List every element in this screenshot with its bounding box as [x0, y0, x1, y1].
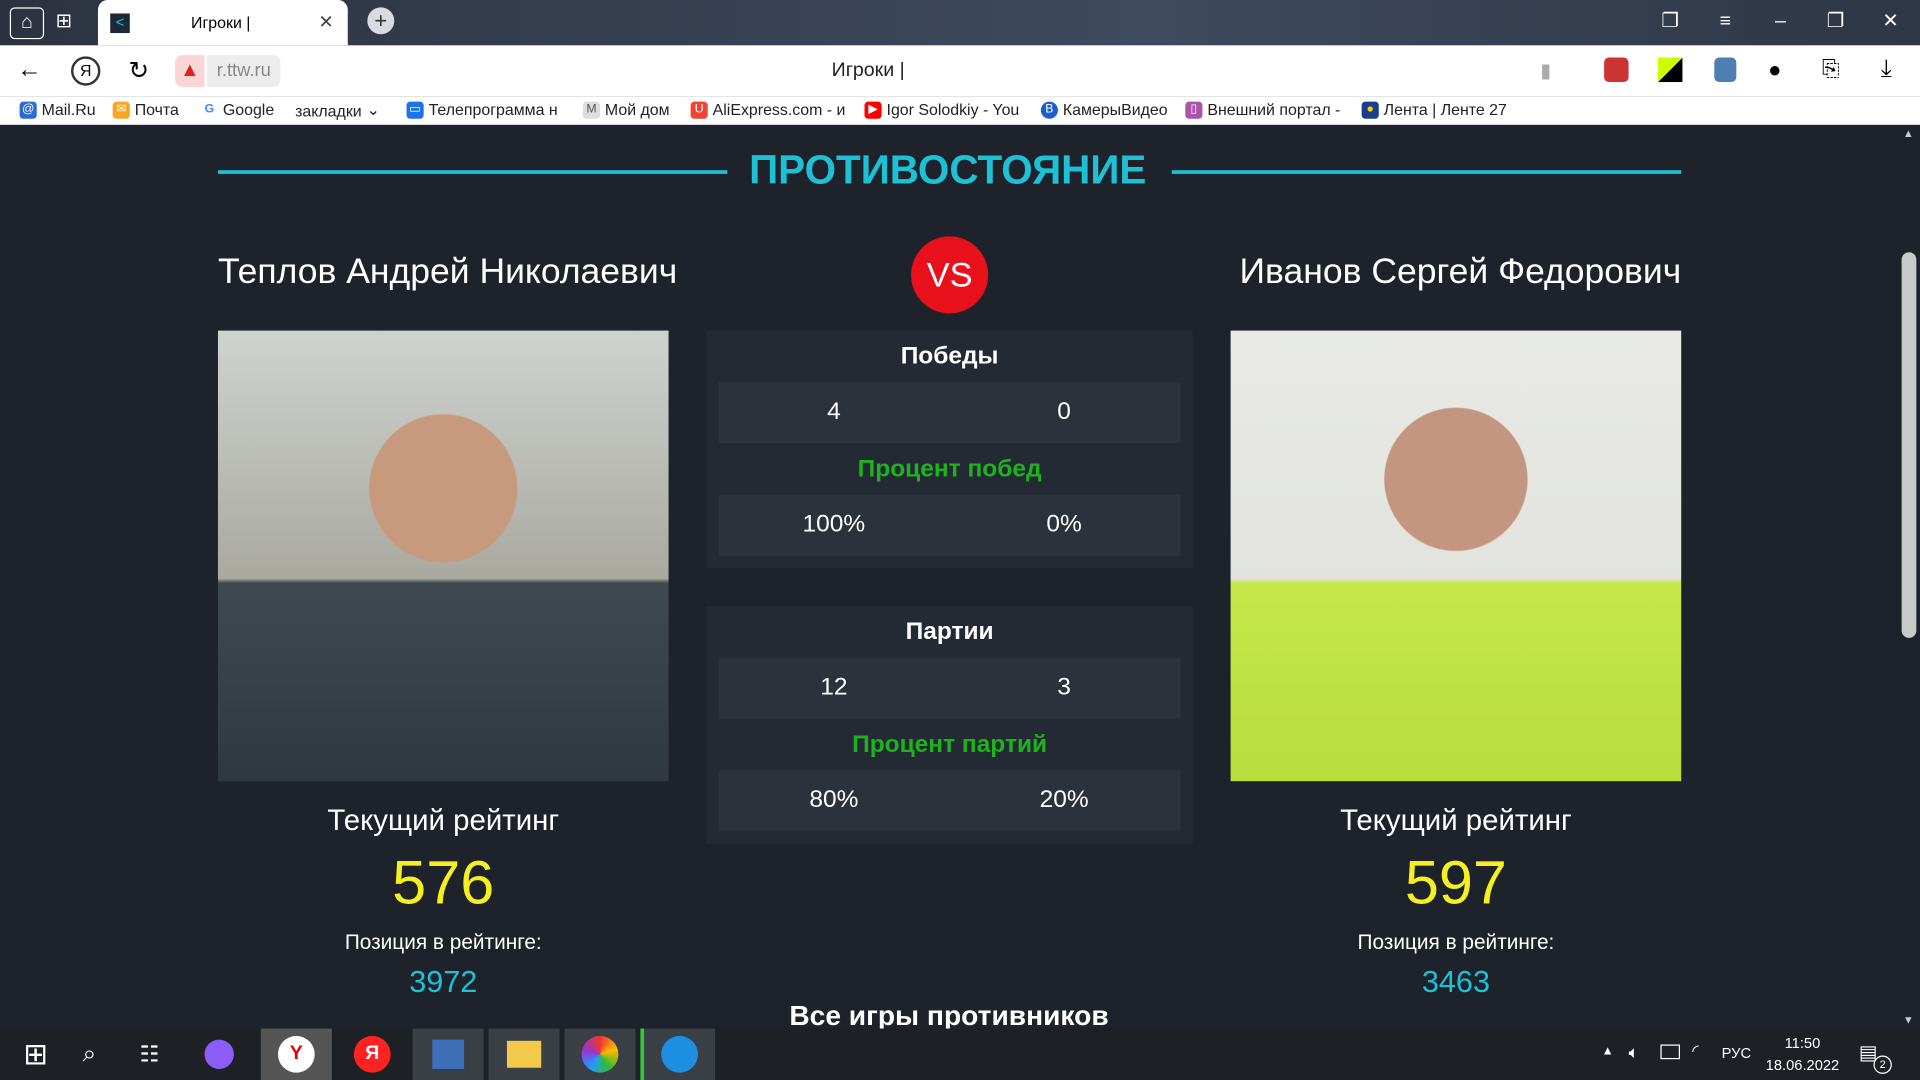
extension-icon[interactable] — [1714, 57, 1737, 83]
page-content: ПРОТИВОСТОЯНИЕ Теплов Андрей Николаевич … — [0, 124, 1898, 1029]
translate-icon[interactable]: ⎘ — [1822, 56, 1840, 82]
player1-wins-percent: 100% — [802, 510, 866, 538]
scroll-down-icon[interactable]: ▼ — [1903, 1014, 1914, 1026]
minimize-icon[interactable]: – — [1766, 7, 1795, 36]
player2-sets-percent: 20% — [1039, 786, 1089, 814]
scroll-up-icon[interactable]: ▲ — [1903, 127, 1914, 139]
remote-desktop-icon[interactable] — [412, 1028, 484, 1080]
player2-position-label: Позиция в рейтинге: — [1357, 930, 1555, 954]
player2-rating: 597 — [1404, 848, 1508, 918]
tray-expand-icon[interactable]: ▲ — [1602, 1044, 1614, 1057]
wins-percent-row: 100% 0% — [718, 494, 1181, 556]
player2-wins-percent: 0% — [1046, 510, 1082, 538]
bookmark-item[interactable]: G Google — [200, 100, 274, 119]
photos-app-icon[interactable] — [564, 1028, 636, 1080]
sets-percent-row: 80% 20% — [718, 770, 1181, 832]
bookmark-icon[interactable]: ▮ — [1540, 59, 1551, 83]
sets-title: Партии — [905, 618, 994, 646]
home-icon[interactable]: ⌂ — [9, 7, 45, 40]
download-icon[interactable]: ⤓ — [1881, 55, 1892, 83]
sets-percent-title: Процент партий — [852, 731, 1048, 758]
player1-rating: 576 — [392, 848, 495, 918]
close-window-icon[interactable]: ✕ — [1876, 7, 1905, 36]
alice-icon[interactable] — [184, 1029, 255, 1080]
new-tab-icon[interactable]: + — [367, 7, 395, 35]
menu-icon[interactable]: ≡ — [1711, 7, 1740, 36]
yandex-icon[interactable]: Я — [337, 1029, 408, 1080]
bookmark-item[interactable]: ▯ Внешний портал - — [1185, 100, 1340, 119]
player1-wins: 4 — [827, 397, 841, 425]
site-favicon-icon: < — [110, 13, 130, 34]
bookmark-folder[interactable]: закладки ⌄ — [295, 100, 380, 120]
taskbar: ⊞ ⌕ ☷ Y Я ▲ 🔈︎ ◜ РУС 11:50 18.06.2022 ▤ … — [0, 1028, 1920, 1080]
wins-panel: Победы 40 Процент побед 100% 0% — [706, 330, 1193, 569]
bookmarks-bar: @ Mail.Ru ✉ Почта G Google закладки ⌄ ▭ Телеп… — [0, 96, 1920, 125]
wifi-icon[interactable]: ◜ — [1692, 1041, 1699, 1062]
wins-title: Победы — [900, 342, 999, 370]
all-games-heading: Все игры противников — [789, 999, 1109, 1029]
sets-row: 12 3 — [718, 657, 1181, 719]
bookmark-item[interactable]: ✉ Почта — [112, 100, 179, 119]
tab-players[interactable]: < Игроки | ✕ — [97, 0, 348, 46]
tab-bar: ⌂ ⊞ < Игроки | ✕ + ❐ ≡ – ❐ ✕ — [0, 0, 1920, 46]
wins-percent-title: Процент побед — [857, 455, 1042, 483]
player2-rating-label: Текущий рейтинг — [1340, 804, 1572, 838]
sets-panel: Партии 12 3 Процент партий 80% 20% — [706, 606, 1193, 844]
restore-icon[interactable]: ❐ — [1821, 7, 1850, 36]
extension-icon[interactable]: ● — [1768, 58, 1781, 84]
bookmark-item[interactable]: U AliExpress.com - и — [690, 100, 845, 119]
bookmark-item[interactable]: @ Mail.Ru — [19, 100, 96, 119]
collections-icon[interactable]: ❐ — [1656, 7, 1685, 36]
volume-icon[interactable]: 🔈︎ — [1629, 1042, 1639, 1063]
close-tab-icon[interactable]: ✕ — [318, 11, 333, 33]
player2-wins: 0 — [1057, 397, 1071, 425]
extension-icon[interactable] — [1657, 57, 1683, 83]
player2-position: 3463 — [1421, 964, 1490, 1000]
bookmark-item[interactable]: ▭ Телепрограмма н — [406, 100, 558, 119]
player1-sets-percent: 80% — [809, 786, 859, 814]
vs-badge: VS — [911, 236, 989, 314]
player2-name[interactable]: Иванов Сергей Федорович — [1218, 252, 1681, 292]
chevron-down-icon: ⌄ — [366, 100, 380, 119]
player1-rating-label: Текущий рейтинг — [327, 804, 560, 838]
task-view-icon[interactable]: ☷ — [114, 1029, 185, 1080]
extension-icon[interactable] — [1604, 57, 1629, 83]
wins-row: 40 — [718, 382, 1181, 444]
scrollbar[interactable]: ▲ ▼ — [1897, 124, 1920, 1029]
tab-title: Игроки | — [191, 13, 251, 32]
bookmark-item[interactable]: ● Лента | Ленте 27 — [1361, 100, 1507, 119]
file-explorer-icon[interactable] — [488, 1028, 560, 1080]
player1-photo — [217, 330, 669, 782]
video-app-icon[interactable] — [640, 1028, 716, 1080]
player2-photo — [1230, 330, 1682, 782]
language-indicator[interactable]: РУС — [1722, 1044, 1751, 1061]
notification-count: 2 — [1873, 1055, 1892, 1074]
bookmark-item[interactable]: B КамерыВидео — [1040, 100, 1168, 119]
page-title-display: Игроки | — [831, 60, 905, 81]
player2-sets: 3 — [1057, 673, 1071, 701]
player1-sets: 12 — [820, 673, 848, 701]
scrollbar-thumb[interactable] — [1901, 252, 1917, 638]
player1-position: 3972 — [409, 964, 478, 1000]
clock-time[interactable]: 11:50 — [1763, 1035, 1841, 1052]
battery-icon[interactable] — [1660, 1044, 1681, 1060]
yandex-browser-icon[interactable]: Y — [260, 1028, 332, 1080]
toolbar: ← Я ↻ ▲ r.ttw.ru Игроки | ▮ ● ⎘ ⤓ — [0, 45, 1920, 97]
clock-date[interactable]: 18.06.2022 — [1763, 1057, 1841, 1074]
player1-position-label: Позиция в рейтинге: — [344, 930, 542, 954]
bookmark-item[interactable]: ▶ Igor Solodkiy - You — [864, 100, 1019, 119]
divider — [1171, 170, 1682, 174]
bookmark-item[interactable]: M Мой дом — [582, 100, 670, 119]
new-tab-group-icon[interactable]: ⊞ — [49, 7, 78, 36]
player1-name[interactable]: Теплов Андрей Николаевич — [218, 252, 677, 292]
